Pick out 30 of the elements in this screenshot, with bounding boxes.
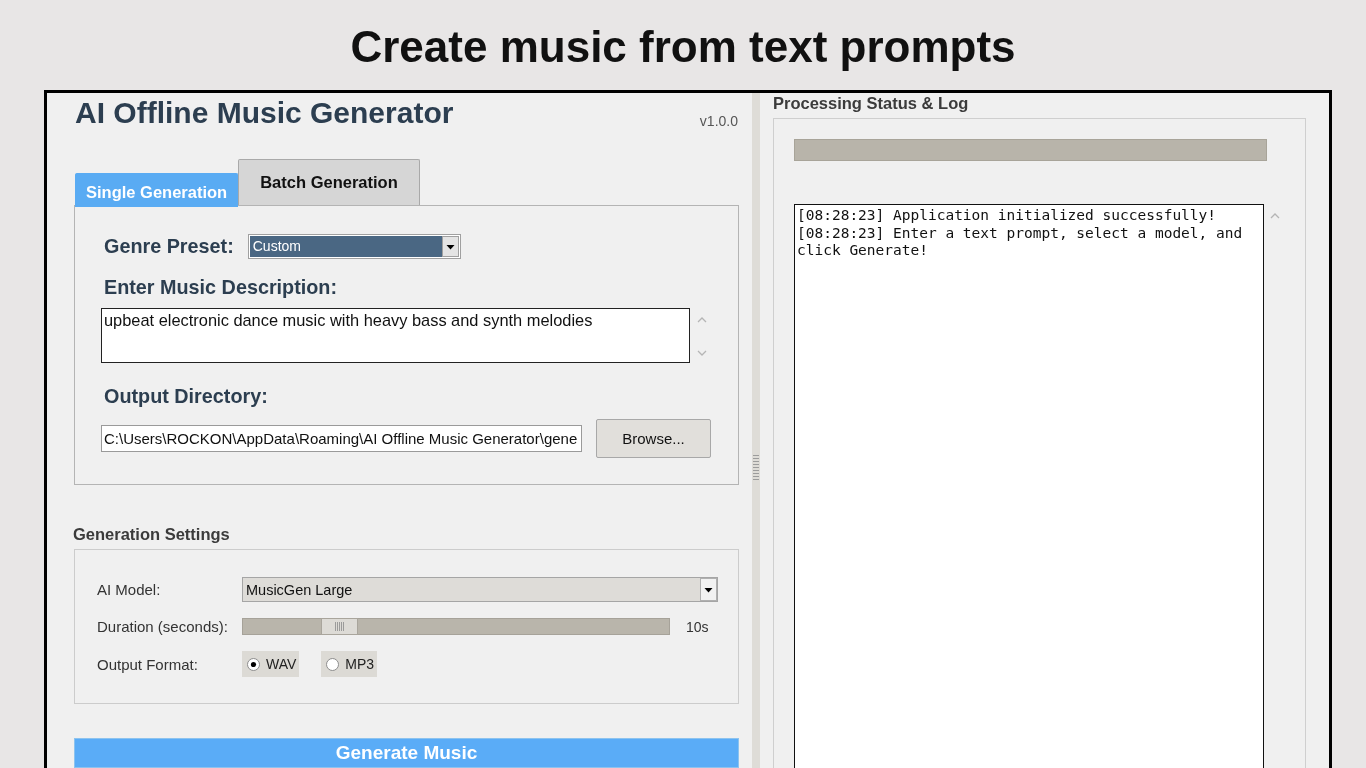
scroll-up-icon[interactable]	[697, 317, 707, 323]
section-title: Generation Settings	[73, 525, 230, 543]
radio-option[interactable]: MP3	[321, 651, 378, 677]
tab[interactable]: Batch Generation	[238, 159, 420, 205]
slider-track[interactable]	[242, 618, 670, 635]
scroll-up-icon[interactable]	[1270, 213, 1280, 219]
genre-dropdown[interactable]: Custom	[247, 234, 461, 259]
output-directory-field[interactable]: C:\Users\ROCKON\AppData\Roaming\AI Offline Music Generator\gene	[101, 425, 582, 452]
version-label: v1.0.0	[699, 113, 738, 129]
radio-icon[interactable]	[247, 657, 260, 671]
field-label: Output Directory:	[104, 385, 268, 408]
grip-icon	[753, 455, 759, 480]
field-label: AI Model:	[97, 581, 161, 598]
section-title: Processing Status & Log	[773, 94, 969, 112]
log-area: [08:28:23] Application initialized successfully! [08:28:23] Enter a text prompt, select a model, and click Generate!	[794, 204, 1264, 768]
radio-icon[interactable]	[326, 657, 340, 671]
field-label: Output Format:	[97, 655, 198, 673]
duration-value: 10s	[686, 618, 709, 635]
slider-thumb[interactable]	[320, 618, 358, 635]
app-title: AI Offline Music Generator	[75, 97, 454, 129]
field-label: Duration (seconds):	[97, 618, 228, 635]
model-dropdown[interactable]: MusicGen Large	[242, 577, 718, 602]
description-field[interactable]: upbeat electronic dance music with heavy bass and synth melodies	[101, 308, 690, 363]
field-label: Enter Music Description:	[104, 276, 338, 299]
browse-button[interactable]: Browse...	[596, 419, 711, 458]
field-label: Genre Preset:	[104, 235, 234, 258]
splitter-handle[interactable]	[752, 93, 760, 768]
page-headline: Create music from text prompts	[350, 22, 1016, 72]
radio-option[interactable]: WAV	[242, 651, 300, 677]
scroll-down-icon[interactable]	[697, 350, 707, 356]
